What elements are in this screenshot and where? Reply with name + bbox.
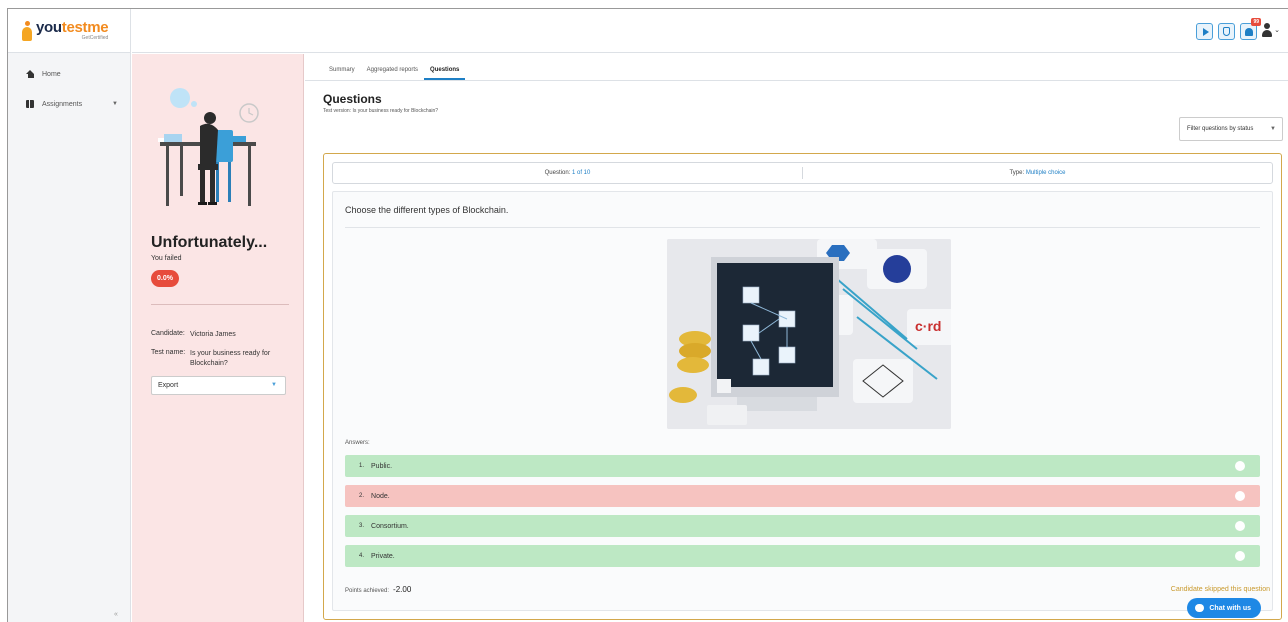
answer-text: Private.	[371, 552, 395, 560]
sidebar-item-label: Assignments	[42, 100, 83, 108]
chevron-down-icon: ▼	[1270, 126, 1276, 132]
chevron-down-icon: ⌄	[1274, 27, 1280, 34]
candidate-row: Candidate: Victoria James	[151, 330, 296, 340]
question-type: Type: Multiple choice	[1009, 170, 1066, 176]
chat-label: Chat with us	[1209, 604, 1251, 612]
test-name-value: Is your business ready for Blockchain?	[190, 350, 271, 367]
chat-button[interactable]: Chat with us	[1187, 598, 1261, 618]
collapse-sidebar-button[interactable]: «	[114, 611, 118, 618]
chat-icon	[1195, 604, 1205, 612]
test-name-row: Test name: Is your business ready for Bl…	[151, 349, 286, 369]
page-title: Questions	[323, 92, 382, 106]
radio-icon	[1235, 491, 1245, 501]
radio-icon	[1235, 521, 1245, 531]
divider	[151, 304, 289, 305]
question-number: Question: 1 of 10	[544, 170, 591, 176]
avatar-icon	[1262, 23, 1273, 37]
sidebar: youtestme GetCertified Home Assignments …	[8, 9, 131, 622]
result-subtitle: You failed	[151, 255, 182, 262]
candidate-label: Candidate:	[151, 330, 185, 337]
points-achieved: Points achieved: -2.00	[345, 585, 412, 594]
answer-option: 2. Node.	[345, 485, 1260, 507]
answer-text: Consortium.	[371, 522, 409, 530]
question-info-bar: Question: 1 of 10 Type: Multiple choice	[332, 162, 1273, 184]
test-version: Test version: Is your business ready for…	[323, 108, 439, 114]
result-panel: Unfortunately... You failed 0.0% Candida…	[132, 54, 304, 622]
answer-text: Node.	[371, 492, 390, 500]
assignments-icon	[26, 99, 34, 108]
logo-tagline: GetCertified	[81, 35, 109, 41]
shield-icon	[1223, 27, 1230, 36]
radio-icon	[1235, 551, 1245, 561]
candidate-value: Victoria James	[190, 331, 236, 338]
export-dropdown[interactable]: Export ▼	[151, 376, 286, 395]
points-value: -2.00	[393, 585, 412, 594]
main-content: Summary Aggregated reports Questions Que…	[305, 54, 1288, 622]
radio-icon	[1235, 461, 1245, 471]
sidebar-item-label: Home	[42, 70, 61, 78]
question-text: Choose the different types of Blockchain…	[345, 205, 509, 215]
chevron-down-icon: ▼	[112, 101, 118, 107]
top-bar: 99 ⌄	[132, 9, 1288, 53]
export-label: Export	[158, 382, 179, 389]
blockchain-image: c·rd	[667, 239, 951, 429]
question-type-value: Multiple choice	[1025, 170, 1066, 176]
filter-status-dropdown[interactable]: Filter questions by status ▼	[1179, 117, 1283, 141]
failed-illustration	[158, 88, 259, 206]
tab-aggregated-reports[interactable]: Aggregated reports	[361, 67, 424, 80]
tab-summary[interactable]: Summary	[323, 67, 361, 80]
answers-label: Answers:	[345, 440, 370, 446]
answer-text: Public.	[371, 462, 393, 470]
skipped-status: Candidate skipped this question	[1170, 586, 1270, 593]
answer-option: 1. Public.	[345, 455, 1260, 477]
bell-icon	[1244, 27, 1253, 36]
sidebar-item-home[interactable]: Home	[8, 59, 130, 89]
chevron-down-icon: ▼	[271, 382, 277, 388]
logo-icon	[22, 20, 32, 41]
sidebar-item-assignments[interactable]: Assignments ▼	[8, 89, 130, 119]
question-number-value[interactable]: 1 of 10	[572, 170, 590, 176]
tab-bar: Summary Aggregated reports Questions	[305, 54, 1288, 81]
notifications-button[interactable]: 99	[1240, 18, 1261, 40]
user-menu[interactable]: ⌄	[1262, 23, 1280, 37]
svg-text:c·rd: c·rd	[915, 318, 941, 334]
filter-label: Filter questions by status	[1187, 126, 1254, 132]
question-card: Question: 1 of 10 Type: Multiple choice …	[323, 153, 1282, 620]
play-button[interactable]	[1196, 23, 1213, 40]
play-icon	[1202, 27, 1209, 36]
logo[interactable]: youtestme GetCertified	[8, 9, 130, 53]
tab-questions[interactable]: Questions	[424, 67, 466, 80]
logo-wordmark: youtestme	[36, 19, 109, 36]
result-title: Unfortunately...	[151, 234, 268, 251]
divider	[345, 227, 1260, 228]
home-icon	[26, 69, 35, 78]
question-body: Choose the different types of Blockchain…	[332, 191, 1273, 611]
answer-option: 4. Private.	[345, 545, 1260, 567]
test-name-label: Test name:	[151, 349, 186, 356]
app-window: youtestme GetCertified Home Assignments …	[7, 8, 1288, 622]
answer-option: 3. Consortium.	[345, 515, 1260, 537]
proctoring-button[interactable]	[1218, 23, 1235, 40]
score-badge: 0.0%	[151, 270, 179, 287]
notification-badge: 99	[1251, 18, 1261, 26]
